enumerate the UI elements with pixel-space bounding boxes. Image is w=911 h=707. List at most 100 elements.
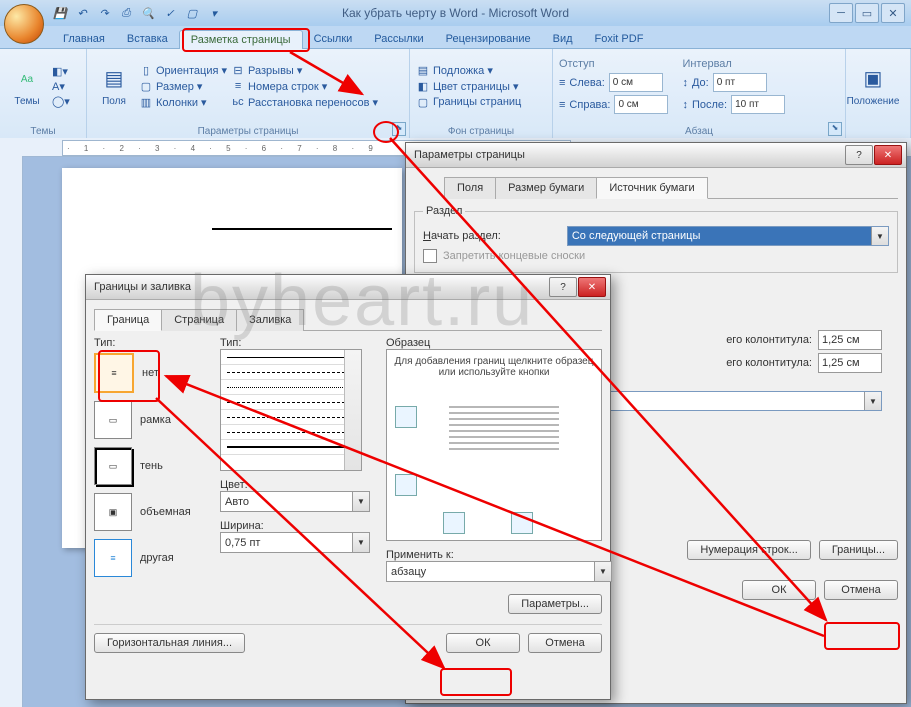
type-none[interactable]: ≡ нет [94, 353, 204, 393]
type-box[interactable]: ▭ рамка [94, 401, 204, 439]
dlg-close-button[interactable]: ✕ [874, 145, 902, 165]
bdlg-cancel-button[interactable]: Отмена [528, 633, 602, 653]
borders-dlg-title: Границы и заливка [94, 281, 191, 293]
space-after-input[interactable]: 10 пт [731, 95, 785, 114]
breaks-button[interactable]: ⊟Разрывы ▾ [231, 63, 378, 77]
apply-to-value: абзацу [391, 566, 426, 578]
orientation-button[interactable]: ▯Ориентация ▾ [139, 63, 227, 77]
bdlg-close-button[interactable]: ✕ [578, 277, 606, 297]
qat-spell-icon[interactable]: ✓ [160, 3, 180, 23]
ps-tab-paper[interactable]: Размер бумаги [495, 177, 597, 199]
line-numbers-button[interactable]: ≡Номера строк ▾ [231, 79, 378, 93]
space-before-icon: ↕ [682, 77, 688, 89]
qat-new-icon[interactable]: ▢ [182, 3, 202, 23]
indent-left-icon: ≡ [559, 77, 565, 89]
section-start-combo[interactable]: Со следующей страницы ▼ [567, 226, 889, 246]
size-button[interactable]: ▢Размер ▾ [139, 79, 227, 93]
qat-redo-icon[interactable]: ↷ [94, 3, 114, 23]
space-after-icon: ↕ [682, 99, 688, 111]
bdlg-tab-borders[interactable]: Граница [94, 309, 162, 331]
pagesetup-launcher[interactable]: ⬊ [392, 122, 406, 136]
paragraph-launcher[interactable]: ⬊ [828, 122, 842, 136]
theme-colors-icon[interactable]: ◧▾ [52, 65, 70, 78]
suppress-endnotes-checkbox[interactable] [423, 249, 437, 263]
bdlg-tab-page[interactable]: Страница [161, 309, 237, 331]
qat-undo-icon[interactable]: ↶ [72, 3, 92, 23]
header-distance-label: его колонтитула: [726, 334, 812, 346]
bdlg-tab-shading[interactable]: Заливка [236, 309, 304, 331]
type-custom[interactable]: ≡ другая [94, 539, 204, 577]
chevron-down-icon: ▼ [352, 533, 369, 552]
dlg-help-button[interactable]: ? [845, 145, 873, 165]
theme-fonts-icon[interactable]: A▾ [52, 80, 70, 93]
group-pagebg-title: Фон страницы [410, 126, 552, 137]
page-borders-button[interactable]: ▢Границы страниц [416, 95, 521, 109]
space-before-input[interactable]: 0 пт [713, 73, 767, 92]
horizontal-line-button[interactable]: Горизонтальная линия... [94, 633, 245, 653]
ps-cancel-button[interactable]: Отмена [824, 580, 898, 600]
ps-tab-margins[interactable]: Поля [444, 177, 496, 199]
tab-foxit[interactable]: Foxit PDF [584, 30, 655, 48]
line-numbers-button-dlg[interactable]: Нумерация строк... [687, 540, 810, 560]
preview-left-button[interactable] [443, 512, 465, 534]
hyphenation-button[interactable]: ьсРасстановка переносов ▾ [231, 95, 378, 109]
type-shadow-icon: ▭ [94, 447, 132, 485]
tab-page-layout[interactable]: Разметка страницы [179, 30, 303, 49]
qat-preview-icon[interactable]: 🔍 [138, 3, 158, 23]
indent-left-input[interactable]: 0 см [609, 73, 663, 92]
themes-button[interactable]: Aa Темы [6, 51, 48, 121]
type-custom-icon: ≡ [94, 539, 132, 577]
tab-review[interactable]: Рецензирование [435, 30, 542, 48]
ps-ok-button[interactable]: ОК [742, 580, 816, 600]
close-button[interactable]: ✕ [881, 3, 905, 23]
position-icon: ▣ [859, 66, 887, 94]
indent-left-label: Слева: [569, 77, 604, 89]
themes-label: Темы [14, 96, 39, 107]
bdlg-ok-button[interactable]: ОК [446, 633, 520, 653]
indent-right-input[interactable]: 0 см [614, 95, 668, 114]
theme-effects-icon[interactable]: ◯▾ [52, 95, 70, 108]
margins-button[interactable]: ▤ Поля [93, 51, 135, 121]
space-before-label: До: [692, 77, 709, 89]
maximize-button[interactable]: ▭ [855, 3, 879, 23]
office-button[interactable] [4, 4, 44, 44]
preview-top-button[interactable] [395, 406, 417, 428]
qat-print-icon[interactable]: ⎙ [116, 3, 136, 23]
watermark-icon: ▤ [416, 63, 430, 77]
type-3d-icon: ▣ [94, 493, 132, 531]
chevron-down-icon: ▼ [352, 492, 369, 511]
watermark-button[interactable]: ▤Подложка ▾ [416, 63, 521, 77]
quick-access-toolbar: 💾 ↶ ↷ ⎙ 🔍 ✓ ▢ ▾ [50, 3, 224, 23]
tab-insert[interactable]: Вставка [116, 30, 179, 48]
footer-distance-label: его колонтитула: [726, 357, 812, 369]
header-distance-input[interactable]: 1,25 см [818, 330, 882, 350]
tab-references[interactable]: Ссылки [303, 30, 364, 48]
options-button[interactable]: Параметры... [508, 594, 602, 614]
footer-distance-input[interactable]: 1,25 см [818, 353, 882, 373]
style-scrollbar[interactable] [344, 350, 361, 470]
tab-mailings[interactable]: Рассылки [363, 30, 434, 48]
style-listbox[interactable] [220, 349, 362, 471]
page-color-button[interactable]: ◧Цвет страницы ▾ [416, 79, 521, 93]
minimize-button[interactable]: ─ [829, 3, 853, 23]
apply-to-dropdown[interactable]: абзацу ▼ [386, 561, 612, 582]
columns-button[interactable]: ▥Колонки ▾ [139, 95, 227, 109]
preview-bottom-button[interactable] [395, 474, 417, 496]
tab-home[interactable]: Главная [52, 30, 116, 48]
position-label: Положение [847, 96, 900, 107]
color-dropdown[interactable]: Авто ▼ [220, 491, 370, 512]
type-3d[interactable]: ▣ объемная [94, 493, 204, 531]
section-legend: Раздел [423, 205, 465, 217]
type-shadow[interactable]: ▭ тень [94, 447, 204, 485]
ps-tab-layout[interactable]: Источник бумаги [596, 177, 707, 199]
qat-open-icon[interactable]: ▾ [204, 3, 224, 23]
preview-right-button[interactable] [511, 512, 533, 534]
chevron-down-icon: ▼ [594, 562, 611, 581]
position-button[interactable]: ▣ Положение [852, 51, 894, 121]
bdlg-help-button[interactable]: ? [549, 277, 577, 297]
borders-button-dlg[interactable]: Границы... [819, 540, 898, 560]
tab-view[interactable]: Вид [542, 30, 584, 48]
qat-save-icon[interactable]: 💾 [50, 3, 70, 23]
columns-icon: ▥ [139, 95, 153, 109]
width-dropdown[interactable]: 0,75 пт ▼ [220, 532, 370, 553]
